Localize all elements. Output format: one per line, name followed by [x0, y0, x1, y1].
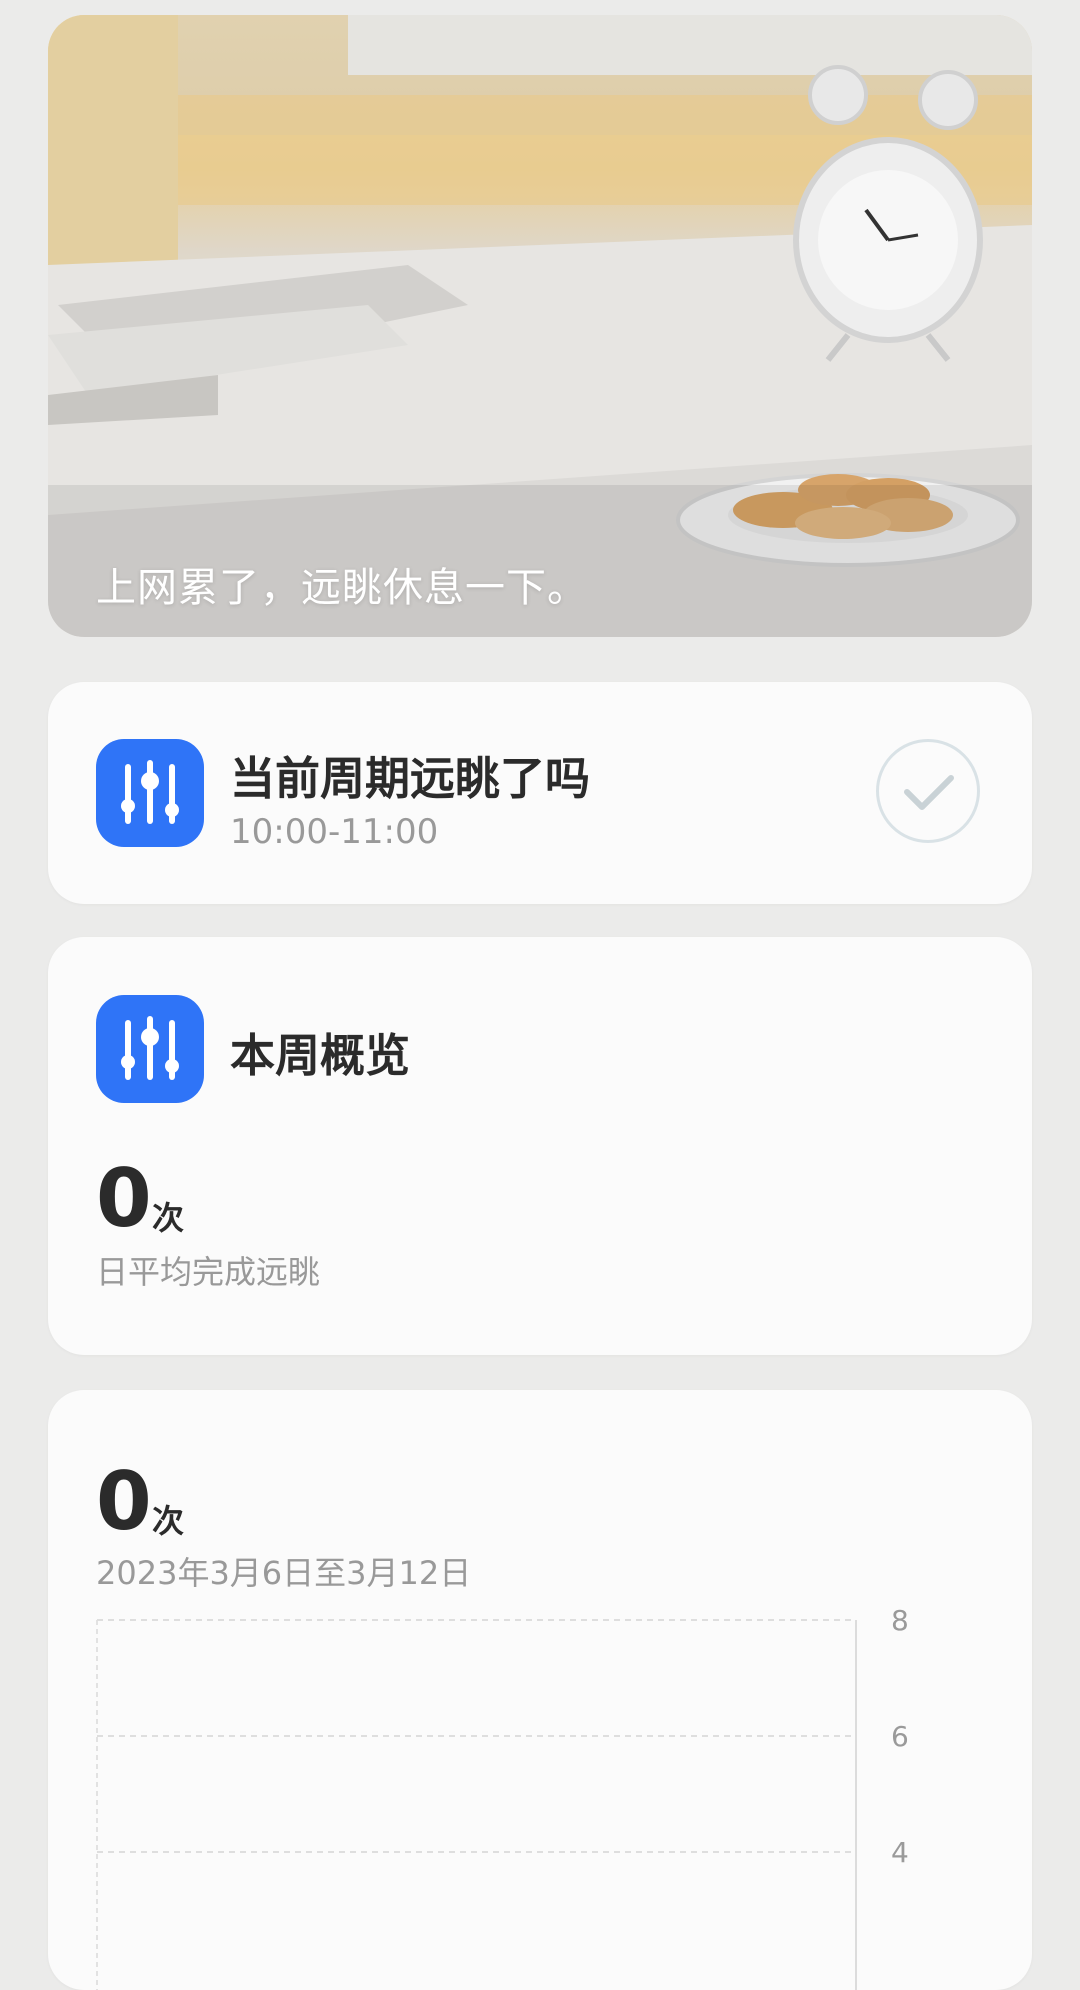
y-tick-label: 4 — [891, 1836, 909, 1869]
hero-illustration — [48, 15, 1032, 637]
current-cycle-time: 10:00-11:00 — [230, 812, 439, 852]
current-cycle-title: 当前周期远眺了吗 — [230, 752, 591, 805]
sliders-icon — [96, 995, 204, 1103]
y-tick-label: 8 — [891, 1604, 909, 1637]
hero-banner-image[interactable]: 上网累了，远眺休息一下。 — [48, 15, 1032, 637]
daily-average-label: 日平均完成远眺 — [96, 1253, 321, 1291]
y-tick-label: 6 — [891, 1720, 909, 1753]
hero-caption: 上网累了，远眺休息一下。 — [96, 565, 588, 611]
weekly-bar-chart: 8 6 4 — [96, 1604, 909, 1990]
weekly-overview-card[interactable]: 本周概览 0 次 日平均完成远眺 — [48, 937, 1032, 1355]
weekly-overview-title: 本周概览 — [230, 1029, 411, 1082]
daily-average-value: 0 — [96, 1152, 152, 1245]
checkmark-circle-icon[interactable] — [876, 739, 980, 843]
weekly-chart-card[interactable]: 0 次 2023年3月6日至3月12日 864 — [48, 1390, 1032, 1990]
sliders-icon — [96, 739, 204, 847]
daily-average-unit: 次 — [152, 1199, 185, 1237]
current-cycle-card[interactable]: 当前周期远眺了吗 10:00-11:00 — [48, 682, 1032, 904]
